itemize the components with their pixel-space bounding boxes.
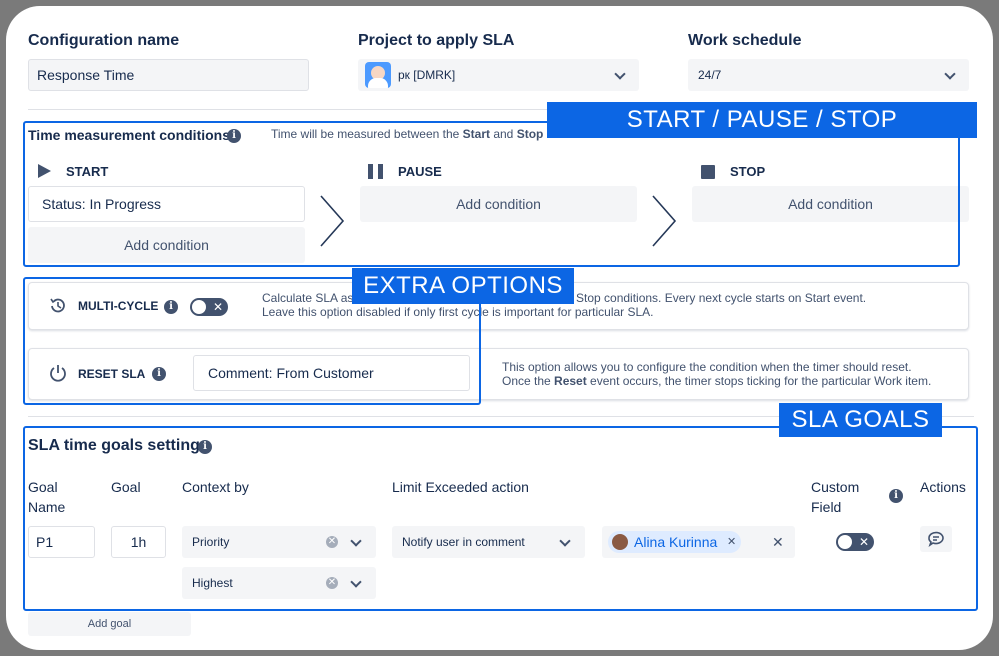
- sla-config-panel: Configuration name Response Time Project…: [6, 6, 993, 650]
- goals-highlight: [23, 426, 978, 611]
- reset-desc-1: This option allows you to configure the …: [502, 360, 912, 374]
- callout-conditions: START / PAUSE / STOP CONDITIONS: [547, 102, 977, 169]
- multicycle-desc-1b: Stop conditions. Every next cycle starts…: [576, 291, 867, 305]
- schedule-select[interactable]: 24/7: [688, 59, 969, 91]
- project-label: Project to apply SLA: [358, 32, 515, 49]
- schedule-value: 24/7: [698, 68, 722, 82]
- chevron-down-icon: [944, 68, 956, 80]
- chevron-down-icon: [614, 68, 626, 80]
- config-name-input[interactable]: Response Time: [28, 59, 309, 91]
- reset-desc-2: Once the Reset event occurs, the timer s…: [502, 374, 932, 388]
- callout-goals: SLA GOALS: [779, 403, 942, 437]
- schedule-label: Work schedule: [688, 32, 802, 49]
- config-name-label: Configuration name: [28, 32, 180, 49]
- project-avatar: [365, 62, 391, 88]
- add-goal-button[interactable]: Add goal: [28, 612, 191, 636]
- project-select[interactable]: рк [DMRK]: [358, 59, 639, 91]
- callout-extra: EXTRA OPTIONS: [352, 268, 574, 304]
- project-value: рк [DMRK]: [398, 68, 456, 82]
